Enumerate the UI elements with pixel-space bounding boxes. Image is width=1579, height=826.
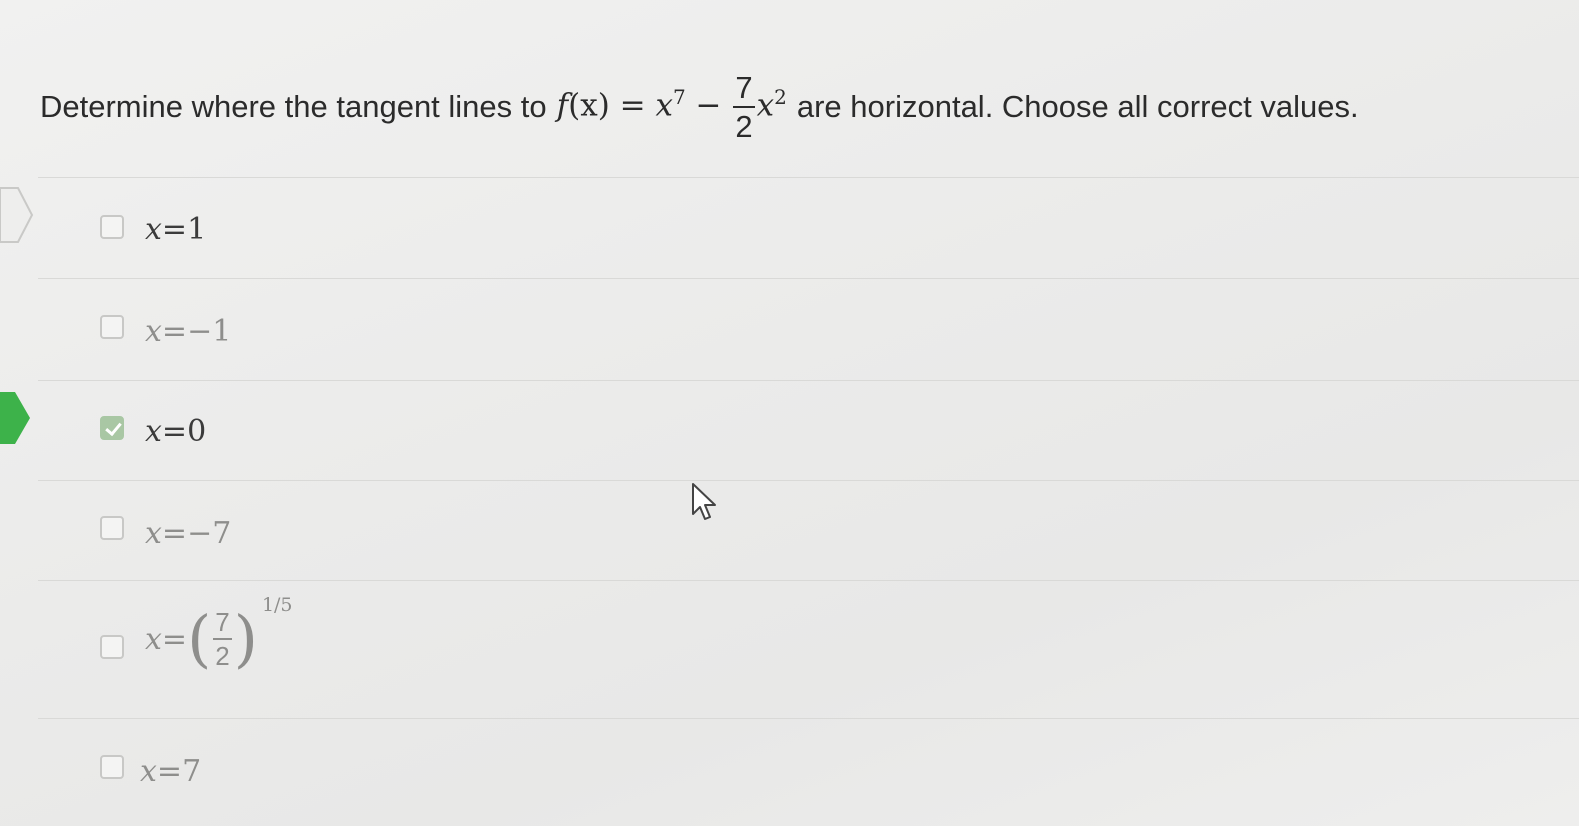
divider bbox=[38, 278, 1579, 279]
fraction-numerator: 7 bbox=[733, 72, 755, 108]
option-label: x = ( 7 2 ) 1/5 bbox=[145, 594, 293, 675]
question-text: Determine where the tangent lines to f(x… bbox=[40, 62, 1540, 152]
option-x-equals-0[interactable]: x = 0 bbox=[0, 402, 1579, 462]
option-checkbox[interactable] bbox=[100, 516, 124, 540]
option-label: x = −1 bbox=[145, 314, 232, 349]
option-x-equals-minus-7[interactable]: x = −7 bbox=[0, 504, 1579, 564]
option-checkbox[interactable] bbox=[100, 755, 124, 779]
fraction-seven-halves: 7 2 bbox=[733, 72, 755, 144]
option-label: x = 0 bbox=[145, 414, 207, 449]
option-label: x = −7 bbox=[145, 516, 232, 551]
option-label: x = 1 bbox=[145, 212, 207, 247]
base-x: x bbox=[655, 87, 673, 124]
right-paren: ) bbox=[233, 602, 258, 675]
question-prefix: Determine where the tangent lines to bbox=[40, 89, 547, 124]
option-fraction: 7 2 bbox=[213, 607, 232, 671]
option-x-equals-1[interactable]: x = 1 bbox=[0, 202, 1579, 262]
option-checkbox-checked[interactable] bbox=[100, 416, 124, 440]
option-exponent: 1/5 bbox=[261, 594, 293, 616]
func-var: (x) bbox=[568, 87, 610, 124]
option-x-equals-7[interactable]: x = 7 bbox=[0, 742, 1579, 802]
left-paren: ( bbox=[187, 602, 212, 675]
question-suffix: are horizontal. Choose all correct value… bbox=[796, 89, 1359, 124]
power-seven: 7 bbox=[672, 85, 686, 110]
equals-sign: = bbox=[609, 87, 656, 124]
divider bbox=[38, 718, 1579, 719]
question-math: f(x) = x7 − 7 2 x2 bbox=[557, 72, 787, 142]
divider bbox=[38, 480, 1579, 481]
divider bbox=[38, 580, 1579, 581]
option-checkbox[interactable] bbox=[100, 315, 124, 339]
minus-sign: − bbox=[685, 87, 732, 124]
option-x-equals-seven-halves-power[interactable]: x = ( 7 2 ) 1/5 bbox=[0, 594, 1579, 700]
divider bbox=[38, 177, 1579, 178]
base-x-2: x bbox=[756, 87, 775, 124]
option-x-equals-minus-1[interactable]: x = −1 bbox=[0, 302, 1579, 362]
option-checkbox[interactable] bbox=[100, 635, 124, 659]
power-two: 2 bbox=[774, 85, 787, 110]
option-label: x = 7 bbox=[140, 754, 202, 789]
func-name: f bbox=[556, 87, 569, 124]
fraction-denominator: 2 bbox=[735, 109, 753, 144]
option-checkbox[interactable] bbox=[100, 215, 124, 239]
arrow-cursor-icon bbox=[692, 483, 716, 520]
divider bbox=[38, 380, 1579, 381]
